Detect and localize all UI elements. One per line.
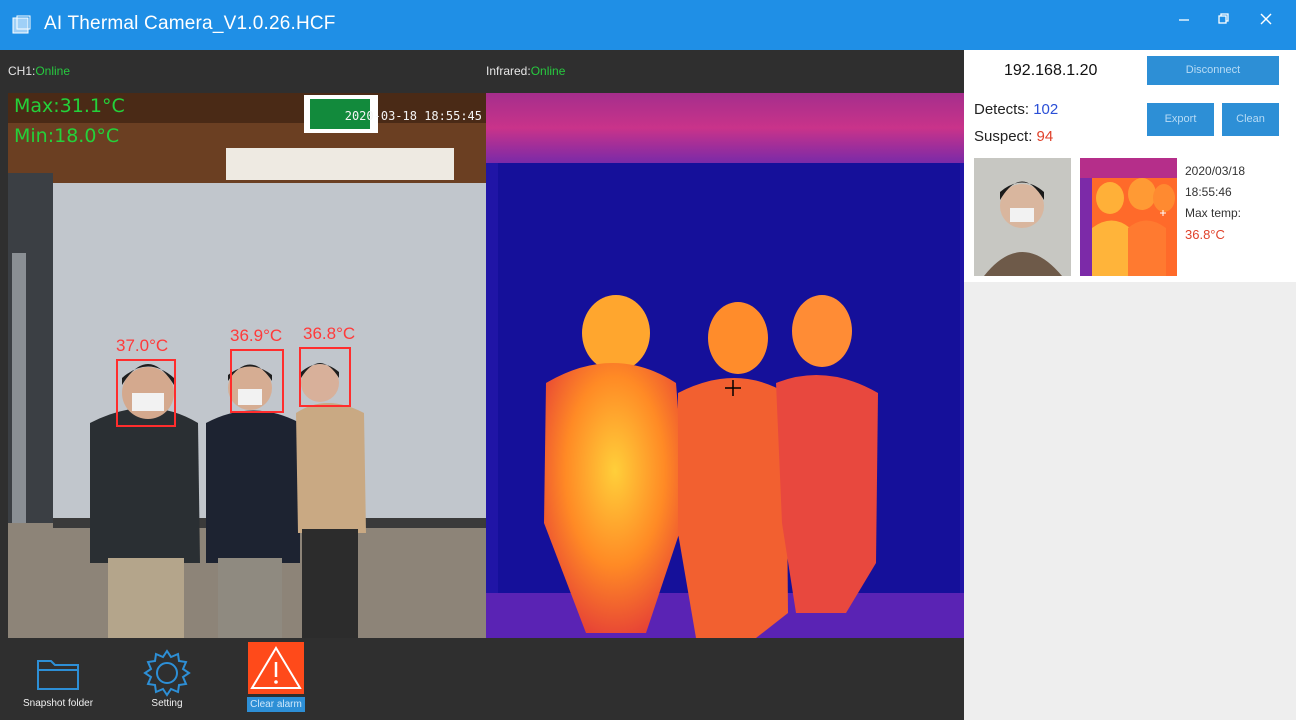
device-ip: 192.168.1.20 [1004, 62, 1098, 79]
setting-label: Setting [151, 698, 183, 709]
suspect-value: 94 [1036, 128, 1054, 145]
detects-label: Detects: [974, 101, 1030, 118]
title-bar: AI Thermal Camera_V1.0.26.HCF [0, 0, 1296, 50]
setting-button[interactable]: Setting [117, 646, 217, 716]
face-box-3 [299, 347, 351, 407]
snapshot-folder-button[interactable]: Snapshot folder [8, 646, 108, 716]
window-title: AI Thermal Camera_V1.0.26.HCF [44, 13, 336, 34]
camera-area: CH1:Online Infrared:Online Max:31.1°C Mi… [0, 50, 964, 720]
close-icon [1260, 13, 1272, 25]
infrared-online: Online [530, 64, 566, 78]
snapshot-folder-label: Snapshot folder [22, 698, 94, 709]
snapshot-time: 18:55:46 [1185, 185, 1232, 199]
ch1-label: CH1: [8, 64, 36, 78]
restore-button[interactable] [1204, 6, 1244, 34]
snapshot-date: 2020/03/18 [1185, 164, 1246, 178]
clear-alarm-text: Clear alarm [247, 697, 305, 712]
thermal-snapshot-image [1080, 158, 1177, 276]
snapshot-info: 2020/03/18 18:55:46 Max temp: 36.8°C [1185, 161, 1245, 245]
min-temp-readout: Min:18.0°C [14, 125, 120, 147]
folder-icon [37, 660, 79, 690]
face-box-2 [230, 349, 284, 413]
warning-icon [250, 646, 302, 689]
minimize-button[interactable] [1164, 6, 1204, 34]
detection-summary: 192.168.1.20 Disconnect Detects: 102 Sus… [964, 50, 1296, 282]
suspect-label: Suspect: [974, 128, 1033, 145]
clear-alarm-button[interactable]: Clear alarm [226, 642, 326, 716]
infrared-label: Infrared: [486, 64, 531, 78]
camera-timestamp: 2020-03-18 18:55:45 [344, 109, 482, 123]
alarm-indicator [248, 642, 304, 694]
snapshot-max-temp-label: Max temp: [1185, 206, 1242, 220]
face-temp-2: 36.9°C [230, 326, 283, 345]
close-button[interactable] [1246, 6, 1286, 34]
face-snapshot[interactable] [974, 158, 1071, 276]
face-box-1 [116, 359, 176, 427]
app-icon [12, 15, 31, 34]
rgb-camera-view[interactable]: Max:31.1°C Min:18.0°C 2020-03-18 18:55:4… [8, 93, 486, 638]
clear-alarm-label: Clear alarm [226, 697, 326, 712]
infrared-status: Infrared:Online [486, 64, 565, 78]
infrared-camera-view[interactable] [486, 93, 964, 638]
infrared-scene [486, 93, 964, 638]
ch1-status: CH1:Online [8, 64, 70, 78]
suspect-count: Suspect: 94 [974, 128, 1053, 145]
restore-icon [1218, 13, 1229, 24]
snapshot-max-temp-value: 36.8°C [1185, 227, 1225, 242]
ch1-online: Online [35, 64, 71, 78]
detects-count: Detects: 102 [974, 101, 1058, 118]
clean-button[interactable]: Clean [1222, 103, 1279, 136]
disconnect-button[interactable]: Disconnect [1147, 56, 1279, 85]
export-button[interactable]: Export [1147, 103, 1214, 136]
gear-icon [143, 649, 191, 697]
thermal-snapshot[interactable] [1080, 158, 1177, 276]
face-temp-1: 37.0°C [116, 336, 169, 355]
face-snapshot-image [974, 158, 1071, 276]
face-temp-3: 36.8°C [303, 324, 356, 343]
detects-value: 102 [1033, 101, 1059, 118]
minimize-icon [1179, 19, 1189, 21]
detection-panel: 192.168.1.20 Disconnect Detects: 102 Sus… [964, 50, 1296, 720]
max-temp-readout: Max:31.1°C [14, 95, 125, 117]
